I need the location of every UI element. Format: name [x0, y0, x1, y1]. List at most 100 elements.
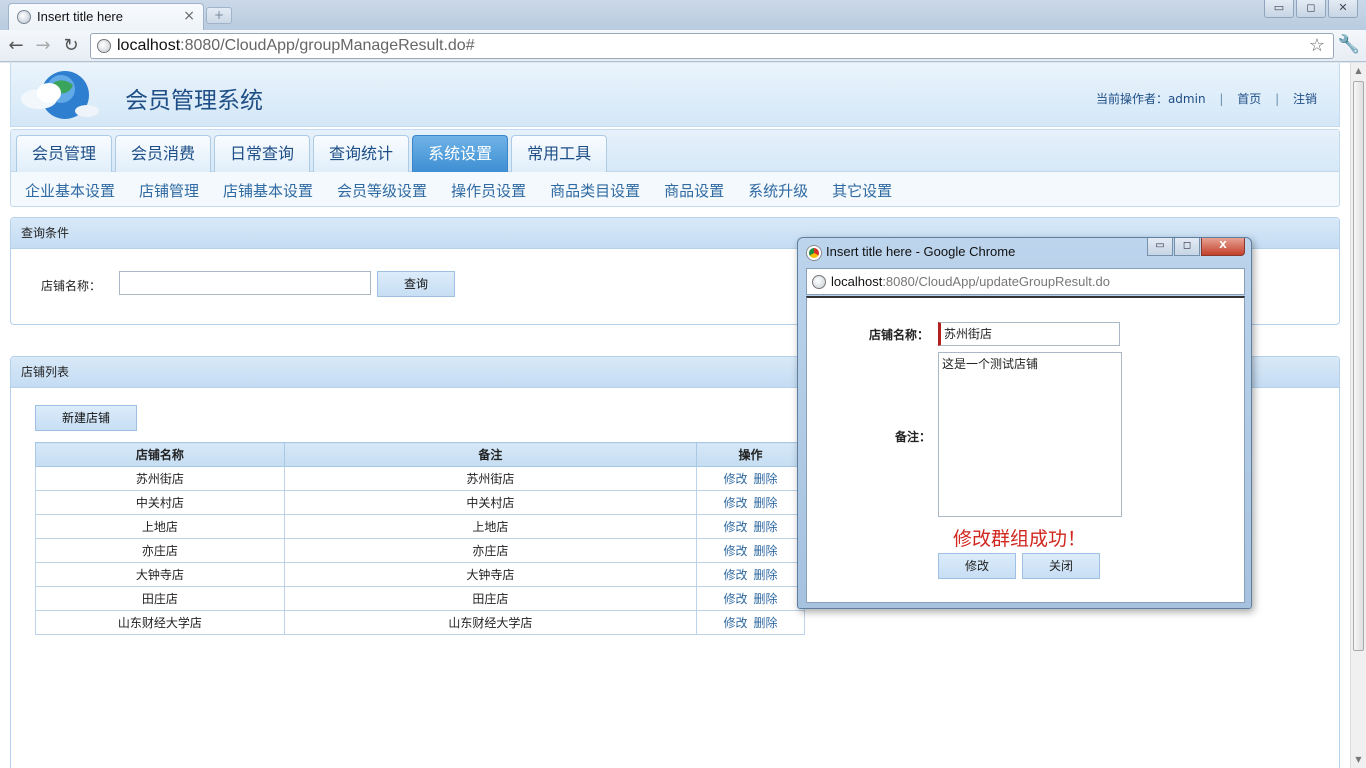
delete-link[interactable]: 删除 [754, 544, 778, 558]
popup-note-textarea[interactable]: 这是一个测试店铺 [938, 352, 1122, 517]
popup-store-name-label: 店铺名称： [869, 328, 930, 342]
submenu-operator-settings[interactable]: 操作员设置 [451, 180, 526, 201]
store-note-cell: 大钟寺店 [283, 562, 698, 587]
table-row: 中关村店 中关村店 修改 删除 [35, 490, 805, 515]
table-row: 山东财经大学店 山东财经大学店 修改 删除 [35, 610, 805, 635]
logout-link[interactable]: 注销 [1293, 92, 1317, 106]
store-name-search-input[interactable] [119, 271, 371, 295]
tab-daily-query[interactable]: 日常查询 [214, 135, 311, 172]
search-button[interactable]: 查询 [377, 271, 455, 297]
success-message: 修改群组成功！ [953, 528, 1087, 550]
actions-cell: 修改 删除 [696, 562, 805, 587]
tab-query-statistics[interactable]: 查询统计 [313, 135, 410, 172]
window-controls: ▭ ◻ ✕ [1264, 0, 1358, 20]
page-globe-icon [17, 10, 31, 24]
scroll-up-icon[interactable]: ▲ [1351, 63, 1366, 79]
table-row: 大钟寺店 大钟寺店 修改 删除 [35, 562, 805, 587]
popup-store-name-input[interactable]: 苏州街店 [938, 322, 1120, 346]
delete-link[interactable]: 删除 [754, 472, 778, 486]
delete-link[interactable]: 删除 [754, 496, 778, 510]
popup-edit-button[interactable]: 修改 [938, 553, 1016, 579]
top-menu: 会员管理 会员消费 日常查询 查询统计 系统设置 常用工具 [11, 130, 1339, 172]
home-link[interactable]: 首页 [1237, 92, 1261, 106]
actions-cell: 修改 删除 [696, 514, 805, 539]
tab-member-management[interactable]: 会员管理 [16, 135, 113, 172]
popup-address-bar[interactable]: localhost:8080/CloudApp/updateGroupResul… [806, 268, 1245, 295]
popup-close-button[interactable]: 关闭 [1022, 553, 1100, 579]
user-bar: 当前操作者：admin | 首页 | 注销 [1095, 92, 1317, 106]
browser-tab[interactable]: Insert title here × [8, 3, 204, 30]
popup-note-label: 备注： [895, 430, 932, 444]
store-note-cell: 中关村店 [283, 490, 698, 515]
operator-label: 当前操作者： [1095, 92, 1168, 106]
store-name-cell: 苏州街店 [35, 466, 285, 491]
popup-minimize-button[interactable]: ▭ [1147, 238, 1173, 256]
edit-link[interactable]: 修改 [724, 472, 748, 486]
globe-cloud-logo [21, 71, 99, 119]
store-name-cell: 田庄店 [35, 586, 285, 611]
site-header: 会员管理系统 当前操作者：admin | 首页 | 注销 [10, 63, 1340, 127]
store-note-cell: 苏州街店 [283, 466, 698, 491]
close-window-button[interactable]: ✕ [1328, 0, 1358, 18]
store-name-cell: 大钟寺店 [35, 562, 285, 587]
actions-cell: 修改 删除 [696, 466, 805, 491]
submenu-member-level-settings[interactable]: 会员等级设置 [337, 180, 427, 201]
popup-maximize-button[interactable]: ◻ [1174, 238, 1200, 256]
chrome-logo-icon [807, 246, 821, 260]
column-header-note: 备注 [283, 442, 698, 467]
actions-cell: 修改 删除 [696, 610, 805, 635]
submenu-enterprise-settings[interactable]: 企业基本设置 [25, 180, 115, 201]
store-name-cell: 亦庄店 [35, 538, 285, 563]
delete-link[interactable]: 删除 [754, 616, 778, 630]
table-row: 上地店 上地店 修改 删除 [35, 514, 805, 539]
popup-content: 店铺名称： 苏州街店 备注： 这是一个测试店铺 修改群组成功！ 修改 关闭 [806, 296, 1245, 603]
scroll-down-icon[interactable]: ▼ [1351, 752, 1366, 768]
store-note-cell: 田庄店 [283, 586, 698, 611]
store-name-cell: 山东财经大学店 [35, 610, 285, 635]
minimize-button[interactable]: ▭ [1264, 0, 1294, 18]
delete-link[interactable]: 删除 [754, 568, 778, 582]
edit-link[interactable]: 修改 [724, 520, 748, 534]
store-note-cell: 上地店 [283, 514, 698, 539]
submenu-store-management[interactable]: 店铺管理 [139, 180, 199, 201]
wrench-menu-icon[interactable]: 🔧 [1338, 34, 1360, 55]
table-row: 田庄店 田庄店 修改 删除 [35, 586, 805, 611]
tab-close-icon[interactable]: × [183, 8, 195, 24]
submenu-system-upgrade[interactable]: 系统升级 [748, 180, 808, 201]
popup-close-window-button[interactable]: X [1201, 238, 1245, 256]
edit-link[interactable]: 修改 [724, 544, 748, 558]
edit-link[interactable]: 修改 [724, 568, 748, 582]
new-tab-button[interactable]: + [206, 7, 232, 24]
submenu-store-basic-settings[interactable]: 店铺基本设置 [223, 180, 313, 201]
tab-common-tools[interactable]: 常用工具 [511, 135, 608, 172]
popup-window-controls: ▭ ◻ X [1147, 238, 1245, 256]
delete-link[interactable]: 删除 [754, 592, 778, 606]
edit-store-popup-window: Insert title here - Google Chrome ▭ ◻ X … [797, 237, 1252, 609]
bookmark-star-icon[interactable]: ☆ [1309, 35, 1325, 56]
address-url: localhost:8080/CloudApp/groupManageResul… [117, 37, 475, 54]
submenu-product-settings[interactable]: 商品设置 [664, 180, 724, 201]
scroll-thumb[interactable] [1353, 81, 1364, 651]
delete-link[interactable]: 删除 [754, 520, 778, 534]
back-arrow-icon[interactable]: ← [5, 35, 27, 57]
actions-cell: 修改 删除 [696, 490, 805, 515]
page-scrollbar[interactable]: ▲ ▼ [1350, 63, 1366, 768]
operator-name: admin [1167, 92, 1206, 106]
address-bar[interactable]: localhost:8080/CloudApp/groupManageResul… [90, 33, 1334, 59]
store-name-cell: 中关村店 [35, 490, 285, 515]
browser-toolbar: ← → ↻ localhost:8080/CloudApp/groupManag… [0, 30, 1366, 62]
forward-arrow-icon[interactable]: → [32, 35, 54, 57]
maximize-button[interactable]: ◻ [1296, 0, 1326, 18]
edit-link[interactable]: 修改 [724, 496, 748, 510]
tab-system-settings[interactable]: 系统设置 [412, 135, 509, 172]
edit-link[interactable]: 修改 [724, 592, 748, 606]
edit-link[interactable]: 修改 [724, 616, 748, 630]
tab-member-consumption[interactable]: 会员消费 [115, 135, 212, 172]
submenu-product-category-settings[interactable]: 商品类目设置 [550, 180, 640, 201]
new-store-button[interactable]: 新建店铺 [35, 405, 137, 431]
submenu-other-settings[interactable]: 其它设置 [832, 180, 892, 201]
popup-page-info-icon [812, 275, 826, 289]
browser-tabstrip: Insert title here × + ▭ ◻ ✕ [0, 0, 1366, 30]
reload-icon[interactable]: ↻ [60, 35, 82, 57]
popup-window-title: Insert title here - Google Chrome [826, 244, 1016, 259]
